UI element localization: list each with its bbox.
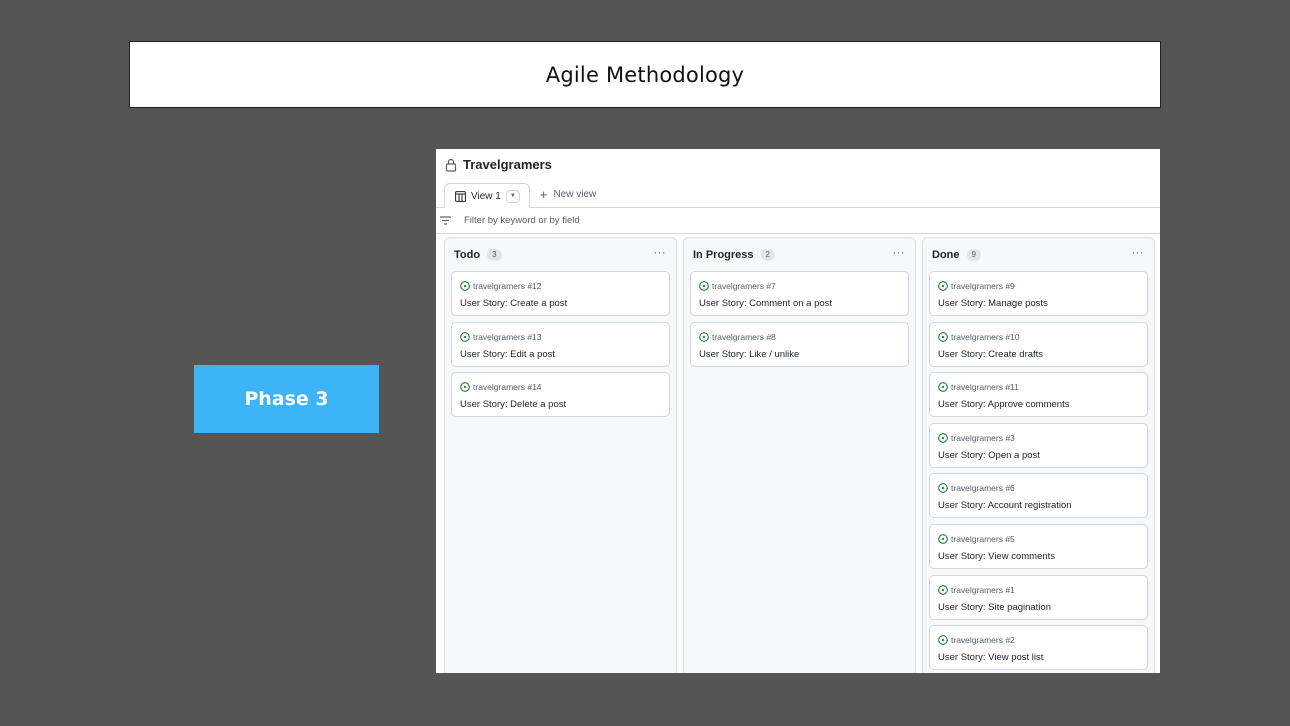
filter-bar[interactable]: Filter by keyword or by field	[436, 208, 1160, 234]
chevron-down-icon[interactable]: ▼	[505, 189, 520, 203]
issue-card[interactable]: travelgramers #1 User Story: Site pagina…	[929, 574, 1148, 620]
plus-icon: +	[539, 187, 548, 202]
column-count: 3	[487, 248, 502, 261]
card-ref[interactable]: travelgramers #2	[951, 635, 1015, 645]
issue-open-icon	[938, 432, 948, 443]
issue-open-icon	[938, 534, 948, 544]
column-header: In Progress 2 ···	[690, 238, 909, 271]
card-ref[interactable]: travelgramers #10	[951, 332, 1020, 342]
board-columns: Todo 3 ··· travelgramers #12 User Story:…	[444, 237, 1160, 673]
card-ref[interactable]: travelgramers #3	[951, 433, 1015, 443]
card-title[interactable]: User Story: Delete a post	[460, 399, 669, 410]
card-title[interactable]: User Story: Site pagination	[938, 602, 1147, 613]
card-title[interactable]: User Story: Comment on a post	[699, 298, 908, 309]
filter-icon	[440, 216, 451, 225]
slide-title-box: Agile Methodology	[129, 41, 1161, 108]
issue-card[interactable]: travelgramers #5 User Story: View commen…	[929, 523, 1148, 569]
issue-card[interactable]: travelgramers #3 User Story: Open a post	[929, 422, 1148, 468]
column-name: Todo	[454, 248, 481, 261]
more-horizontal-icon[interactable]: ···	[654, 247, 667, 259]
filter-input[interactable]: Filter by keyword or by field	[464, 215, 580, 226]
column-done: Done 9 ··· travelgramers #9 User Story: …	[922, 237, 1155, 673]
issue-card[interactable]: travelgramers #2 User Story: View post l…	[929, 625, 1148, 671]
issue-open-icon	[938, 635, 948, 646]
issue-open-icon	[699, 331, 709, 342]
column-header: Done 9 ···	[929, 238, 1148, 271]
card-ref[interactable]: travelgramers #13	[473, 332, 542, 342]
issue-card[interactable]: travelgramers #14 User Story: Delete a p…	[451, 372, 670, 418]
issue-open-icon	[938, 331, 948, 342]
card-ref[interactable]: travelgramers #9	[951, 281, 1015, 291]
issue-card[interactable]: travelgramers #10 User Story: Create dra…	[929, 321, 1148, 367]
card-ref[interactable]: travelgramers #7	[712, 281, 776, 291]
issue-open-icon	[938, 483, 948, 494]
issue-open-icon	[938, 584, 948, 595]
issue-open-icon	[460, 382, 470, 393]
card-title[interactable]: User Story: Edit a post	[460, 349, 669, 360]
tab-view-1[interactable]: View 1 ▼	[444, 183, 530, 208]
new-view-button[interactable]: + New view	[530, 182, 596, 207]
issue-open-icon	[938, 281, 948, 291]
issue-open-icon	[938, 382, 948, 393]
card-title[interactable]: User Story: View comments	[938, 551, 1147, 562]
issue-card[interactable]: travelgramers #8 User Story: Like / unli…	[690, 321, 909, 367]
project-board: Travelgramers View 1 ▼ + New view Filter…	[436, 149, 1160, 673]
view-tabs: View 1 ▼ + New view	[436, 180, 1160, 208]
card-ref[interactable]: travelgramers #6	[951, 483, 1015, 493]
board-title: Travelgramers	[463, 157, 552, 172]
card-title[interactable]: User Story: Like / unlike	[699, 349, 908, 360]
phase-badge: Phase 3	[194, 365, 379, 433]
issue-open-icon	[460, 331, 470, 342]
tab-view-1-label: View 1	[471, 190, 501, 202]
card-ref[interactable]: travelgramers #8	[712, 332, 776, 342]
issue-card[interactable]: travelgramers #7 User Story: Comment on …	[690, 271, 909, 316]
column-name: Done	[932, 248, 960, 261]
column-in-progress: In Progress 2 ··· travelgramers #7 User …	[683, 237, 916, 673]
card-title[interactable]: User Story: Manage posts	[938, 298, 1147, 309]
card-ref[interactable]: travelgramers #14	[473, 382, 542, 392]
issue-card[interactable]: travelgramers #9 User Story: Manage post…	[929, 271, 1148, 316]
column-header: Todo 3 ···	[451, 238, 670, 271]
card-title[interactable]: User Story: Account registration	[938, 500, 1147, 511]
column-name: In Progress	[693, 248, 754, 261]
more-horizontal-icon[interactable]: ···	[893, 247, 906, 259]
card-ref[interactable]: travelgramers #5	[951, 534, 1015, 544]
board-view-icon	[455, 190, 466, 202]
new-view-label: New view	[553, 189, 597, 200]
card-title[interactable]: User Story: Open a post	[938, 450, 1147, 461]
card-title[interactable]: User Story: Create drafts	[938, 349, 1147, 360]
phase-label: Phase 3	[244, 388, 329, 410]
slide-title: Agile Methodology	[545, 62, 745, 87]
card-title[interactable]: User Story: Approve comments	[938, 399, 1147, 410]
card-ref[interactable]: travelgramers #12	[473, 281, 542, 291]
issue-open-icon	[699, 281, 709, 291]
card-ref[interactable]: travelgramers #1	[951, 585, 1015, 595]
card-title[interactable]: User Story: Create a post	[460, 298, 669, 309]
issue-open-icon	[460, 281, 470, 291]
card-title[interactable]: User Story: View post list	[938, 652, 1147, 663]
card-ref[interactable]: travelgramers #11	[951, 382, 1019, 392]
more-horizontal-icon[interactable]: ···	[1132, 247, 1145, 259]
issue-card[interactable]: travelgramers #11 User Story: Approve co…	[929, 372, 1148, 418]
column-count: 2	[760, 248, 775, 261]
issue-card[interactable]: travelgramers #12 User Story: Create a p…	[451, 271, 670, 316]
issue-card[interactable]: travelgramers #13 User Story: Edit a pos…	[451, 321, 670, 367]
issue-card[interactable]: travelgramers #6 User Story: Account reg…	[929, 473, 1148, 519]
lock-icon	[445, 158, 457, 172]
column-count: 9	[966, 248, 981, 261]
column-todo: Todo 3 ··· travelgramers #12 User Story:…	[444, 237, 677, 673]
board-header: Travelgramers	[436, 149, 1160, 180]
